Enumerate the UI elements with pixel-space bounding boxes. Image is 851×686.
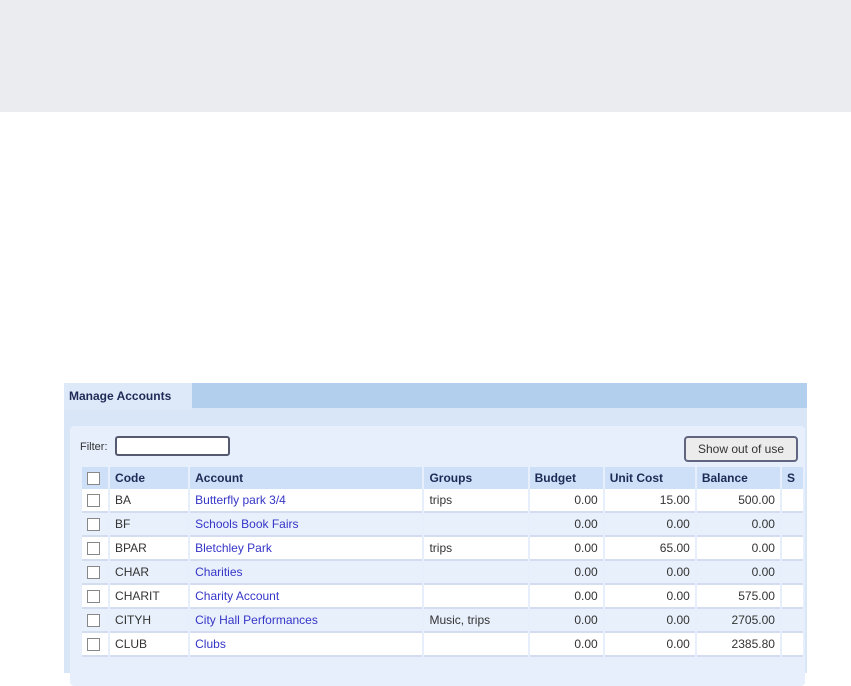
filter-label: Filter: xyxy=(80,441,108,453)
row-checkbox[interactable] xyxy=(87,518,100,532)
code-cell: CLUB xyxy=(110,633,189,657)
unit-cost-cell: 0.00 xyxy=(604,633,695,657)
groups-cell: trips xyxy=(424,537,528,561)
budget-cell: 0.00 xyxy=(529,609,603,633)
balance-cell: 2705.00 xyxy=(696,609,780,633)
table-row: CLUB Clubs 0.00 0.00 2385.80 xyxy=(82,633,803,657)
s-cell xyxy=(781,585,803,609)
unit-cost-cell: 0.00 xyxy=(604,513,695,537)
account-link[interactable]: Clubs xyxy=(195,637,226,651)
account-cell: City Hall Performances xyxy=(190,609,423,633)
unit-cost-cell: 0.00 xyxy=(604,561,695,585)
col-unit-cost[interactable]: Unit Cost xyxy=(604,467,695,489)
code-cell: BF xyxy=(110,513,189,537)
budget-cell: 0.00 xyxy=(529,561,603,585)
account-cell: Charity Account xyxy=(190,585,423,609)
row-checkbox[interactable] xyxy=(87,590,100,604)
account-cell: Charities xyxy=(190,561,423,585)
balance-cell: 575.00 xyxy=(696,585,780,609)
accounts-content: Filter: Show out of use Code Account Gro… xyxy=(70,426,805,686)
row-checkbox[interactable] xyxy=(87,638,100,652)
balance-cell: 0.00 xyxy=(696,513,780,537)
s-cell xyxy=(781,561,803,585)
table-row: CITYH City Hall Performances Music, trip… xyxy=(82,609,803,633)
s-cell xyxy=(781,489,803,513)
code-cell: BA xyxy=(110,489,189,513)
manage-accounts-panel: Manage Accounts Filter: Show out of use … xyxy=(64,383,807,686)
code-cell: CHAR xyxy=(110,561,189,585)
table-row: CHAR Charities 0.00 0.00 0.00 xyxy=(82,561,803,585)
account-link[interactable]: Butterfly park 3/4 xyxy=(195,493,286,507)
account-cell: Butterfly park 3/4 xyxy=(190,489,423,513)
groups-cell xyxy=(424,585,528,609)
balance-cell: 0.00 xyxy=(696,537,780,561)
budget-cell: 0.00 xyxy=(529,585,603,609)
budget-cell: 0.00 xyxy=(529,537,603,561)
account-link[interactable]: Schools Book Fairs xyxy=(195,517,298,531)
unit-cost-cell: 0.00 xyxy=(604,609,695,633)
budget-cell: 0.00 xyxy=(529,513,603,537)
row-checkbox[interactable] xyxy=(87,614,100,628)
code-cell: CHARIT xyxy=(110,585,189,609)
balance-cell: 500.00 xyxy=(696,489,780,513)
tab-bar: Manage Accounts xyxy=(64,383,807,410)
top-banner xyxy=(0,0,851,112)
account-link[interactable]: Bletchley Park xyxy=(195,541,272,555)
groups-cell xyxy=(424,633,528,657)
code-cell: CITYH xyxy=(110,609,189,633)
row-checkbox[interactable] xyxy=(87,542,100,556)
groups-cell: Music, trips xyxy=(424,609,528,633)
account-link[interactable]: City Hall Performances xyxy=(195,613,318,627)
s-cell xyxy=(781,513,803,537)
tab-manage-accounts[interactable]: Manage Accounts xyxy=(64,383,192,410)
col-account[interactable]: Account xyxy=(190,467,423,489)
balance-cell: 0.00 xyxy=(696,561,780,585)
unit-cost-cell: 15.00 xyxy=(604,489,695,513)
show-out-of-use-button[interactable]: Show out of use xyxy=(684,436,798,462)
account-link[interactable]: Charities xyxy=(195,565,242,579)
table-row: BPAR Bletchley Park trips 0.00 65.00 0.0… xyxy=(82,537,803,561)
groups-cell: trips xyxy=(424,489,528,513)
account-cell: Clubs xyxy=(190,633,423,657)
table-row: CHARIT Charity Account 0.00 0.00 575.00 xyxy=(82,585,803,609)
account-link[interactable]: Charity Account xyxy=(195,589,279,603)
table-row: BA Butterfly park 3/4 trips 0.00 15.00 5… xyxy=(82,489,803,513)
filter-input[interactable] xyxy=(115,436,230,456)
col-groups[interactable]: Groups xyxy=(424,467,528,489)
groups-cell xyxy=(424,561,528,585)
code-cell: BPAR xyxy=(110,537,189,561)
unit-cost-cell: 65.00 xyxy=(604,537,695,561)
row-checkbox[interactable] xyxy=(87,494,100,508)
col-balance[interactable]: Balance xyxy=(696,467,780,489)
budget-cell: 0.00 xyxy=(529,489,603,513)
select-all-checkbox[interactable] xyxy=(87,472,100,486)
col-code[interactable]: Code xyxy=(110,467,189,489)
balance-cell: 2385.80 xyxy=(696,633,780,657)
s-cell xyxy=(781,633,803,657)
col-budget[interactable]: Budget xyxy=(529,467,603,489)
account-cell: Schools Book Fairs xyxy=(190,513,423,537)
row-checkbox[interactable] xyxy=(87,566,100,580)
col-s[interactable]: S xyxy=(781,467,803,489)
unit-cost-cell: 0.00 xyxy=(604,585,695,609)
accounts-table: Code Account Groups Budget Unit Cost Bal… xyxy=(80,467,805,657)
groups-cell xyxy=(424,513,528,537)
budget-cell: 0.00 xyxy=(529,633,603,657)
account-cell: Bletchley Park xyxy=(190,537,423,561)
s-cell xyxy=(781,537,803,561)
s-cell xyxy=(781,609,803,633)
table-header: Code Account Groups Budget Unit Cost Bal… xyxy=(82,467,803,489)
table-row: BF Schools Book Fairs 0.00 0.00 0.00 xyxy=(82,513,803,537)
